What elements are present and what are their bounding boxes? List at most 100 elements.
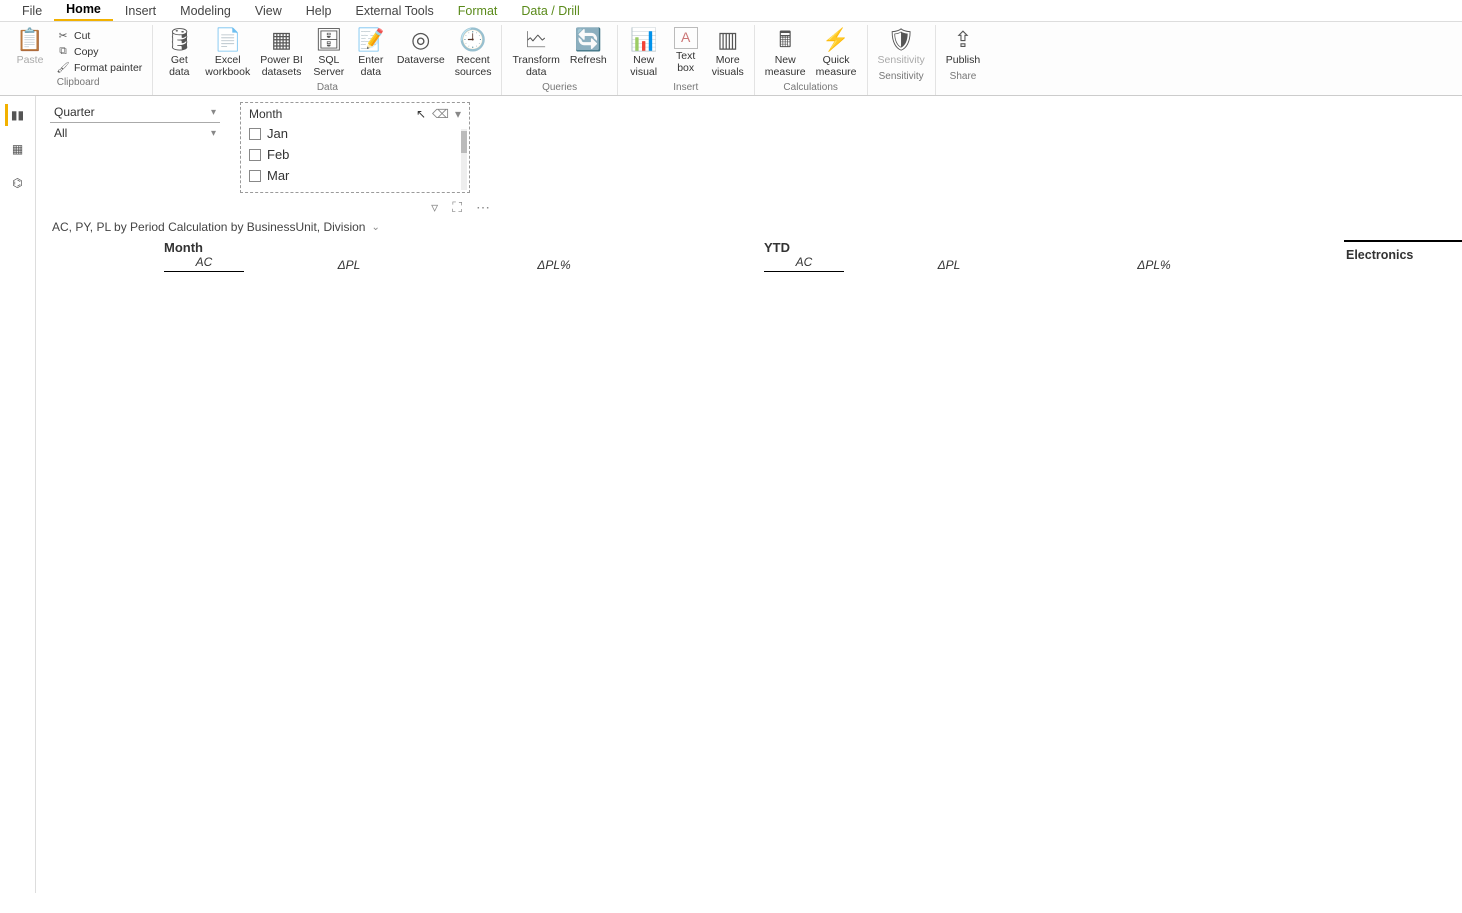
sql-server-button[interactable]: 🗄SQL Server [309, 25, 349, 80]
dataverse-button[interactable]: ◎Dataverse [393, 25, 449, 69]
slicer-month-label: Month [249, 107, 282, 121]
data-view-button[interactable]: ▦ [7, 138, 29, 160]
chart-icon: 📊 [629, 27, 659, 53]
slicer-quarter-value[interactable]: All ▾ [50, 123, 220, 143]
row-label: Electronics [1344, 248, 1458, 262]
quick-measure-button[interactable]: ⚡Quick measure [812, 25, 861, 80]
checkbox-icon [249, 170, 261, 182]
tab-external-tools[interactable]: External Tools [343, 2, 445, 21]
tab-data-drill[interactable]: Data / Drill [509, 2, 591, 21]
checkbox-icon [249, 128, 261, 140]
more-options-icon[interactable]: ⋯ [476, 199, 490, 216]
sensitivity-icon: 🛡 [886, 27, 916, 53]
model-view-button[interactable]: ⌬ [7, 172, 29, 194]
panel-title: YTD [764, 240, 1344, 255]
transform-icon: 🗠 [521, 27, 551, 53]
textbox-icon: A [674, 27, 698, 49]
group-queries: 🗠Transform data 🔄Refresh Queries [502, 25, 617, 95]
tab-help[interactable]: Help [294, 2, 344, 21]
cut-button[interactable]: ✂Cut [52, 29, 146, 43]
getdata-icon: 🛢 [164, 27, 194, 53]
tab-insert[interactable]: Insert [113, 2, 168, 21]
transform-data-button[interactable]: 🗠Transform data [508, 25, 563, 80]
format-painter-button[interactable]: 🖌Format painter [52, 60, 146, 75]
publish-icon: ⇪ [948, 27, 978, 53]
variance-visual[interactable]: Month AC ΔPL ΔPL% YTD AC ΔPL ΔPL% Electr… [50, 240, 1454, 272]
group-clipboard: 📋 Paste ✂Cut ⧉Copy 🖌Format painter Clipb… [4, 25, 153, 95]
slicer-scrollbar[interactable] [461, 129, 467, 190]
report-canvas[interactable]: Quarter ▾ All ▾ Month ↖ ⌫ ▾ JanFeb [36, 96, 1462, 893]
visual-header-icons: ▿ ⛶ ⋯ [50, 193, 496, 218]
slicer-month-item[interactable]: Feb [247, 144, 463, 165]
sql-icon: 🗄 [314, 27, 344, 53]
group-sens-label: Sensitivity [879, 71, 924, 82]
filter-icon[interactable]: ▿ [431, 199, 438, 216]
group-queries-label: Queries [542, 82, 577, 93]
enterdata-icon: 📝 [356, 27, 386, 53]
brush-icon: 🖌 [56, 61, 70, 74]
eraser-icon[interactable]: ⌫ [432, 107, 449, 121]
pbi-icon: ▦ [267, 27, 297, 53]
paste-icon: 📋 [15, 27, 45, 53]
group-insert-label: Insert [673, 82, 698, 93]
report-view-button[interactable]: ▮▮ [5, 104, 27, 126]
visual-title[interactable]: AC, PY, PL by Period Calculation by Busi… [50, 218, 1454, 240]
group-clipboard-label: Clipboard [57, 77, 100, 88]
measure-icon: 🖩 [770, 27, 800, 53]
paste-label: Paste [17, 55, 44, 67]
recent-sources-button[interactable]: 🕘Recent sources [451, 25, 496, 80]
table-row[interactable]: Electronics 5.3M+141.9K +2.7 5.3M+141.9K… [1344, 240, 1462, 268]
chevron-down-icon[interactable]: ▾ [455, 107, 461, 121]
group-calc-label: Calculations [783, 82, 837, 93]
panel-title: Month [164, 240, 744, 255]
slicer-month-item[interactable]: Mar [247, 165, 463, 186]
get-data-button[interactable]: 🛢Get data [159, 25, 199, 80]
tab-home[interactable]: Home [54, 0, 113, 21]
ribbon: 📋 Paste ✂Cut ⧉Copy 🖌Format painter Clipb… [0, 22, 1462, 96]
group-share: ⇪Publish Share [936, 25, 990, 95]
tab-format[interactable]: Format [446, 2, 510, 21]
text-box-button[interactable]: AText box [666, 25, 706, 76]
top-menubar: File Home Insert Modeling View Help Exte… [0, 0, 1462, 22]
panel-ytd: YTD AC ΔPL ΔPL% [764, 240, 1344, 272]
new-visual-button[interactable]: 📊New visual [624, 25, 664, 80]
tab-view[interactable]: View [243, 2, 294, 21]
quick-icon: ⚡ [821, 27, 851, 53]
slicer-month[interactable]: Month ↖ ⌫ ▾ JanFebMar [240, 102, 470, 193]
new-measure-button[interactable]: 🖩New measure [761, 25, 810, 80]
paste-button[interactable]: 📋 Paste [10, 25, 50, 69]
more-icon: ▥ [713, 27, 743, 53]
group-data: 🛢Get data 📄Excel workbook ▦Power BI data… [153, 25, 502, 95]
refresh-icon: 🔄 [573, 27, 603, 53]
enter-data-button[interactable]: 📝Enter data [351, 25, 391, 80]
group-insert: 📊New visual AText box ▥More visuals Inse… [618, 25, 755, 95]
sensitivity-button[interactable]: 🛡Sensitivity [874, 25, 929, 69]
group-calculations: 🖩New measure ⚡Quick measure Calculations [755, 25, 868, 95]
more-visuals-button[interactable]: ▥More visuals [708, 25, 748, 80]
publish-button[interactable]: ⇪Publish [942, 25, 984, 69]
copy-icon: ⧉ [56, 45, 70, 58]
focus-mode-icon[interactable]: ⛶ [452, 199, 462, 216]
powerbi-datasets-button[interactable]: ▦Power BI datasets [256, 25, 307, 80]
excel-icon: 📄 [213, 27, 243, 53]
slicer-quarter-label: Quarter [54, 105, 95, 119]
slicer-quarter[interactable]: Quarter ▾ All ▾ [50, 102, 220, 143]
group-share-label: Share [950, 71, 977, 82]
tab-file[interactable]: File [10, 2, 54, 21]
recent-icon: 🕘 [458, 27, 488, 53]
tab-modeling[interactable]: Modeling [168, 2, 243, 21]
panel-month: Month AC ΔPL ΔPL% [164, 240, 744, 272]
checkbox-icon [249, 149, 261, 161]
group-sensitivity: 🛡Sensitivity Sensitivity [868, 25, 936, 95]
dataverse-icon: ◎ [406, 27, 436, 53]
slicer-quarter-header[interactable]: Quarter ▾ [50, 102, 220, 123]
chevron-down-icon: ⌄ [371, 222, 379, 233]
refresh-button[interactable]: 🔄Refresh [566, 25, 611, 69]
copy-button[interactable]: ⧉Copy [52, 44, 146, 59]
cursor-icon: ↖ [416, 107, 426, 121]
excel-workbook-button[interactable]: 📄Excel workbook [201, 25, 254, 80]
chevron-down-icon: ▾ [211, 107, 216, 118]
view-rail: ▮▮ ▦ ⌬ [0, 96, 36, 893]
slicer-month-item[interactable]: Jan [247, 123, 463, 144]
group-data-label: Data [317, 82, 338, 93]
